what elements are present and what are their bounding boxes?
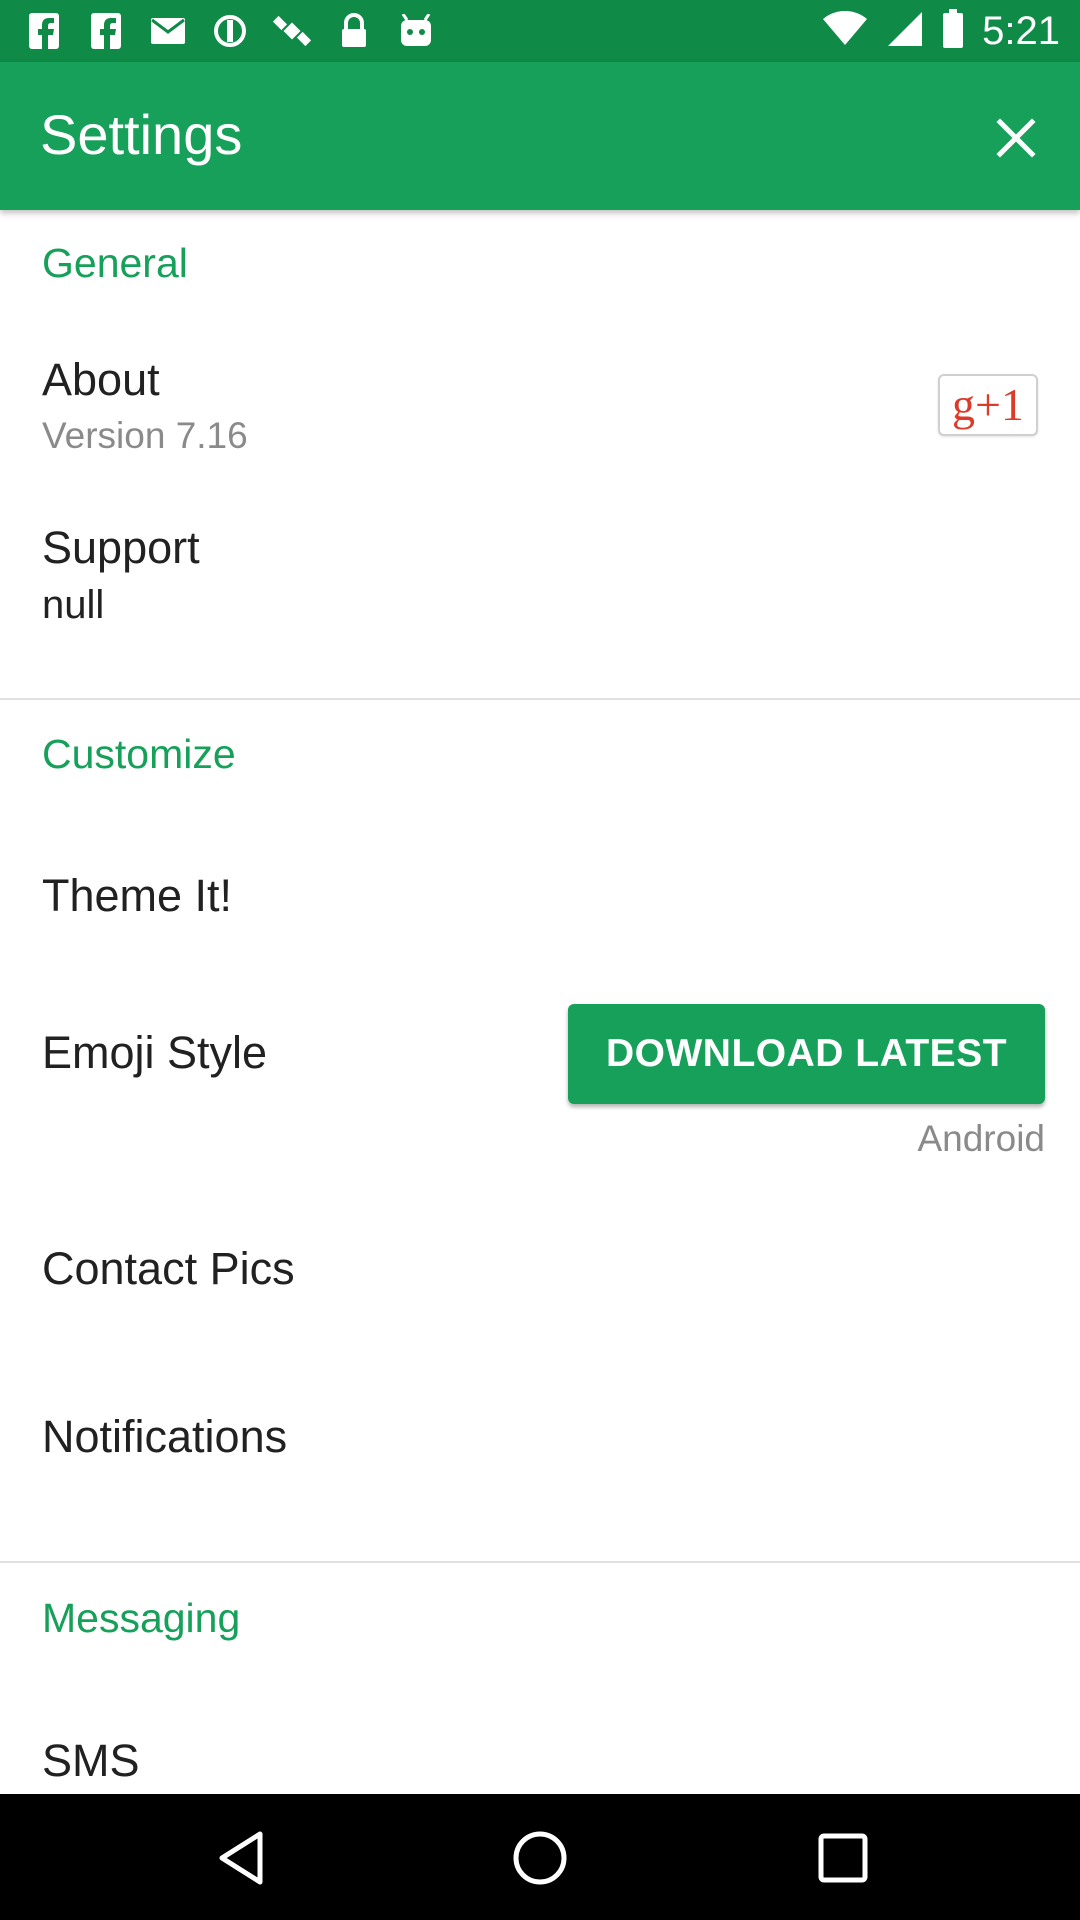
battery-icon	[942, 8, 964, 54]
navigation-bar	[0, 1794, 1080, 1920]
emoji-style-title: Emoji Style	[42, 1027, 268, 1078]
page-title: Settings	[40, 103, 243, 166]
system-status: 5:21	[822, 8, 1060, 54]
section-header-general: General	[42, 240, 188, 286]
toolbar: Settings	[0, 62, 1080, 210]
sms-row[interactable]	[0, 1700, 1080, 1794]
about-title: About	[42, 354, 160, 405]
download-latest-button[interactable]: DOWNLOAD LATEST	[568, 1004, 1045, 1104]
clock: 5:21	[982, 8, 1060, 53]
back-button[interactable]	[200, 1822, 280, 1894]
sync-icon	[210, 11, 250, 51]
support-summary: null	[42, 583, 105, 627]
status-bar: 5:21	[0, 0, 1080, 62]
google-plus-one-icon: g+1	[952, 379, 1024, 430]
android-icon	[396, 11, 436, 51]
close-button[interactable]	[982, 104, 1050, 172]
google-plus-one-button[interactable]: g+1	[938, 374, 1038, 436]
home-button[interactable]	[500, 1822, 580, 1894]
recents-icon	[818, 1833, 868, 1883]
divider	[0, 698, 1080, 700]
theme-title: Theme It!	[42, 870, 233, 921]
contact-pics-title: Contact Pics	[42, 1243, 295, 1294]
facebook-icon	[24, 11, 64, 51]
recents-button[interactable]	[803, 1822, 883, 1894]
notifications-title: Notifications	[42, 1411, 288, 1462]
satellite-icon	[272, 11, 312, 51]
divider	[0, 1561, 1080, 1563]
signal-icon	[886, 10, 924, 53]
section-header-messaging: Messaging	[42, 1595, 241, 1641]
support-title: Support	[42, 522, 200, 573]
about-row[interactable]	[0, 330, 1080, 495]
home-icon	[513, 1831, 567, 1885]
mail-icon	[148, 11, 188, 51]
section-header-customize: Customize	[42, 731, 236, 777]
close-icon	[996, 118, 1036, 158]
emoji-style-summary: Android	[917, 1118, 1045, 1159]
facebook-icon	[86, 11, 126, 51]
notification-icons	[24, 10, 436, 52]
about-version: Version 7.16	[42, 415, 248, 456]
back-icon	[219, 1831, 263, 1885]
sms-title: SMS	[42, 1735, 140, 1786]
lock-icon	[334, 11, 374, 51]
wifi-icon	[822, 10, 868, 52]
